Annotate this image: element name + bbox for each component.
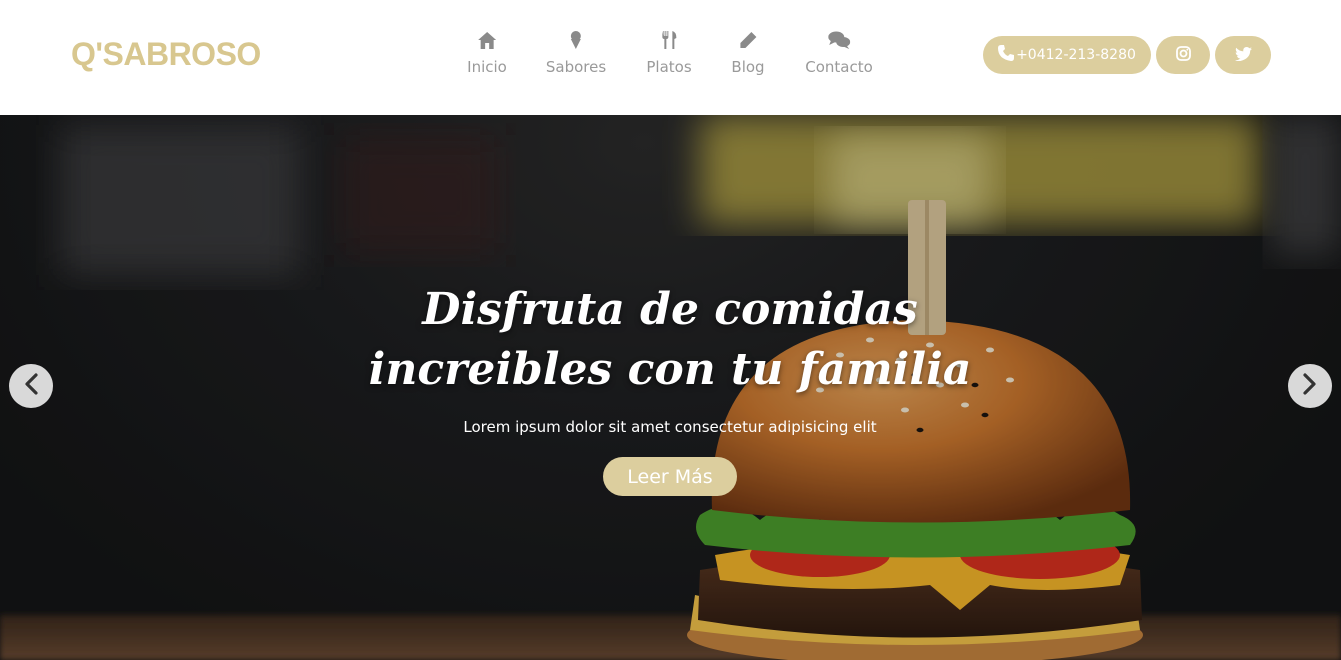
nav-label: Sabores xyxy=(545,58,607,76)
hero-subtitle: Lorem ipsum dolor sit amet consectetur a… xyxy=(463,418,877,436)
nav-label: Contacto xyxy=(805,58,873,76)
nav-item-platos[interactable]: Platos xyxy=(646,28,692,84)
pencil-icon xyxy=(739,28,757,52)
nav-item-contacto[interactable]: Contacto xyxy=(805,28,873,84)
nav-label: Inicio xyxy=(467,58,507,76)
instagram-icon xyxy=(1175,45,1191,65)
utensils-icon xyxy=(661,28,677,52)
logo[interactable]: Q'SABROSO xyxy=(71,36,261,73)
hero-carousel: Disfruta de comidas increibles con tu fa… xyxy=(0,115,1341,660)
nav-label: Platos xyxy=(646,58,692,76)
carousel-prev-button[interactable] xyxy=(9,364,53,408)
site-header: Q'SABROSO Inicio Sabores Platos Blog Con… xyxy=(0,0,1341,115)
chevron-right-icon xyxy=(1302,373,1318,399)
phone-button[interactable]: +0412-213-8280 xyxy=(983,36,1151,74)
instagram-button[interactable] xyxy=(1156,36,1210,74)
carousel-next-button[interactable] xyxy=(1288,364,1332,408)
chevron-left-icon xyxy=(23,373,39,399)
nav-item-sabores[interactable]: Sabores xyxy=(546,28,606,84)
hero-title: Disfruta de comidas increibles con tu fa… xyxy=(368,284,972,395)
ice-cream-icon xyxy=(569,28,583,52)
twitter-button[interactable] xyxy=(1215,36,1271,74)
phone-icon xyxy=(998,45,1015,65)
phone-number: +0412-213-8280 xyxy=(1016,47,1136,63)
home-icon xyxy=(477,28,496,52)
nav-item-blog[interactable]: Blog xyxy=(731,28,765,84)
chat-bubbles-icon xyxy=(827,28,850,52)
twitter-icon xyxy=(1234,46,1252,65)
nav-item-inicio[interactable]: Inicio xyxy=(467,28,507,84)
nav-label: Blog xyxy=(731,58,765,76)
read-more-button[interactable]: Leer Más xyxy=(603,457,737,496)
